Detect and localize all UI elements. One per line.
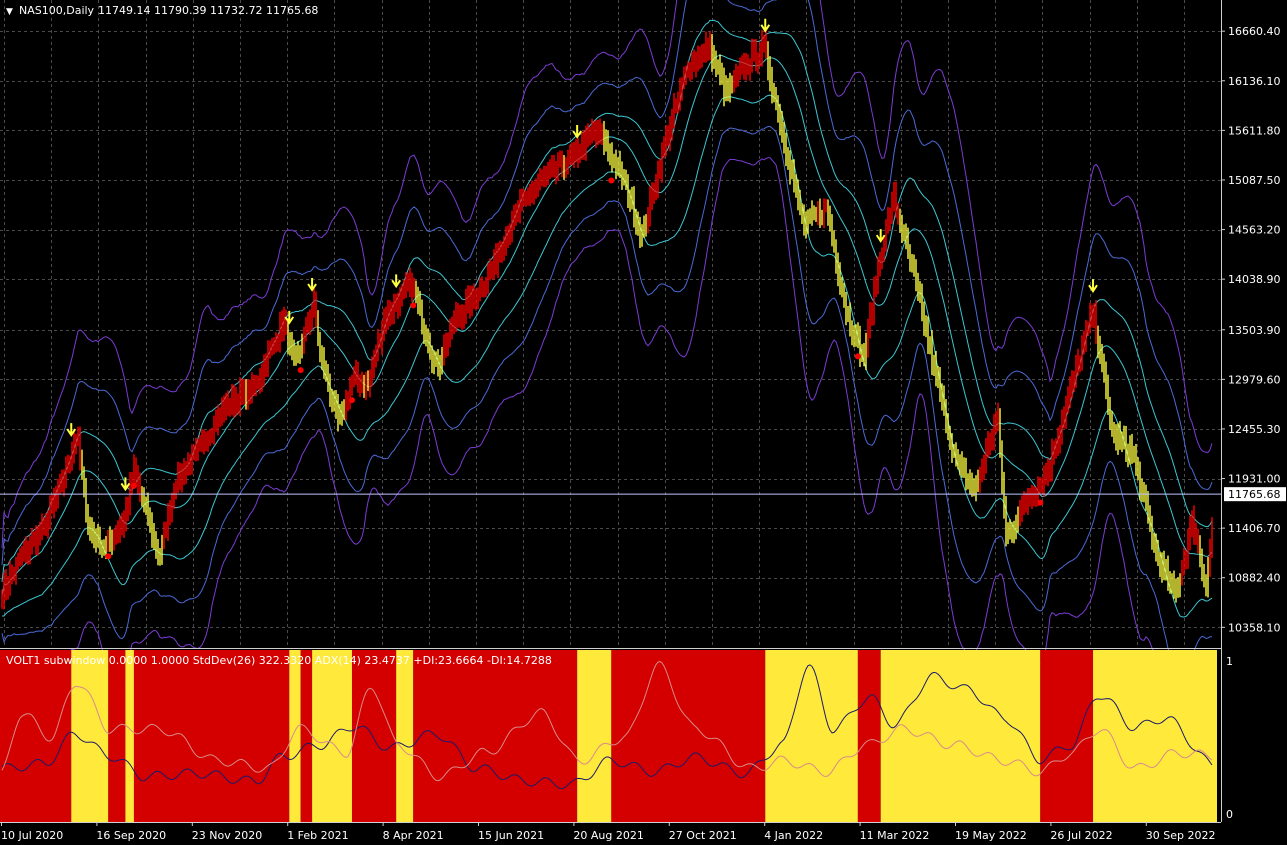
regime-block-red [0,650,72,822]
regime-block-yellow [880,650,1041,822]
x-tick-label: 26 Jul 2022 [1050,829,1112,842]
regime-block-red [108,650,126,822]
buy-marker [608,177,615,184]
regime-block-red [413,650,578,822]
x-tick-label: 16 Sep 2020 [96,829,166,842]
buy-marker [348,397,355,404]
x-tick-label: 8 Apr 2021 [383,829,444,842]
nas100-chart[interactable]: 16660.40 16136.10 15611.80 15087.50 14563.20… [0,0,1287,845]
buy-marker [297,367,304,374]
symbol-info: NAS100,Daily [19,4,95,17]
regime-block-yellow [125,650,134,822]
x-tick-label: 27 Oct 2021 [669,829,737,842]
y-tick-label: 16136.10 [1228,75,1281,88]
buy-marker [410,302,417,309]
y-tick-label: 13503.90 [1228,324,1281,337]
regime-block-red [857,650,881,822]
subwindow-scale-top: 1 [1226,655,1233,668]
x-tick-label: 30 Sep 2022 [1146,829,1216,842]
y-tick-label: 15087.50 [1228,174,1281,187]
y-tick-label: 11406.70 [1228,522,1281,535]
regime-block-yellow [396,650,414,822]
menu-triangle-icon[interactable]: ▼ [6,7,13,17]
x-tick-label: 15 Jun 2021 [478,829,544,842]
buy-marker [1037,499,1044,506]
ohlc-readout: 11749.14 11790.39 11732.72 11765.68 [98,4,318,17]
y-tick-label: 10358.10 [1228,621,1281,634]
x-tick-label: 10 Jul 2020 [1,829,63,842]
x-tick-label: 11 Mar 2022 [860,829,930,842]
buy-marker [130,482,137,489]
header: ▼ NAS100,Daily 11749.14 11790.39 11732.7… [6,4,318,17]
regime-block-yellow [765,650,858,822]
regime-block-red [1040,650,1094,822]
x-tick-label: 20 Aug 2021 [573,829,643,842]
y-tick-label: 14563.20 [1228,224,1281,237]
regime-block-yellow [289,650,301,822]
subwindow-info: VOLT1 subwindow 0.0000 1.0000 StdDev(26)… [6,654,552,667]
regime-blocks [0,650,1217,822]
regime-block-red [300,650,313,822]
y-tick-label: 11931.00 [1228,473,1281,486]
y-tick-label: 16660.40 [1228,25,1281,38]
current-price-label: 11765.68 [1228,488,1281,501]
regime-block-red [611,650,766,822]
x-tick-label: 23 Nov 2020 [192,829,262,842]
x-tick-label: 1 Feb 2021 [287,829,348,842]
y-tick-label: 12979.60 [1228,373,1281,386]
y-tick-label: 15611.80 [1228,124,1281,137]
buy-marker [105,553,112,560]
regime-block-red [133,650,290,822]
buy-marker [854,353,861,360]
x-tick-label: 4 Jan 2022 [764,829,823,842]
subwindow-scale-bottom: 0 [1226,808,1233,821]
regime-block-red [351,650,397,822]
y-tick-label: 12455.30 [1228,423,1281,436]
y-tick-label: 14038.90 [1228,273,1281,286]
x-tick-label: 19 May 2022 [955,829,1027,842]
regime-block-yellow [577,650,612,822]
y-tick-label: 10882.40 [1228,572,1281,585]
